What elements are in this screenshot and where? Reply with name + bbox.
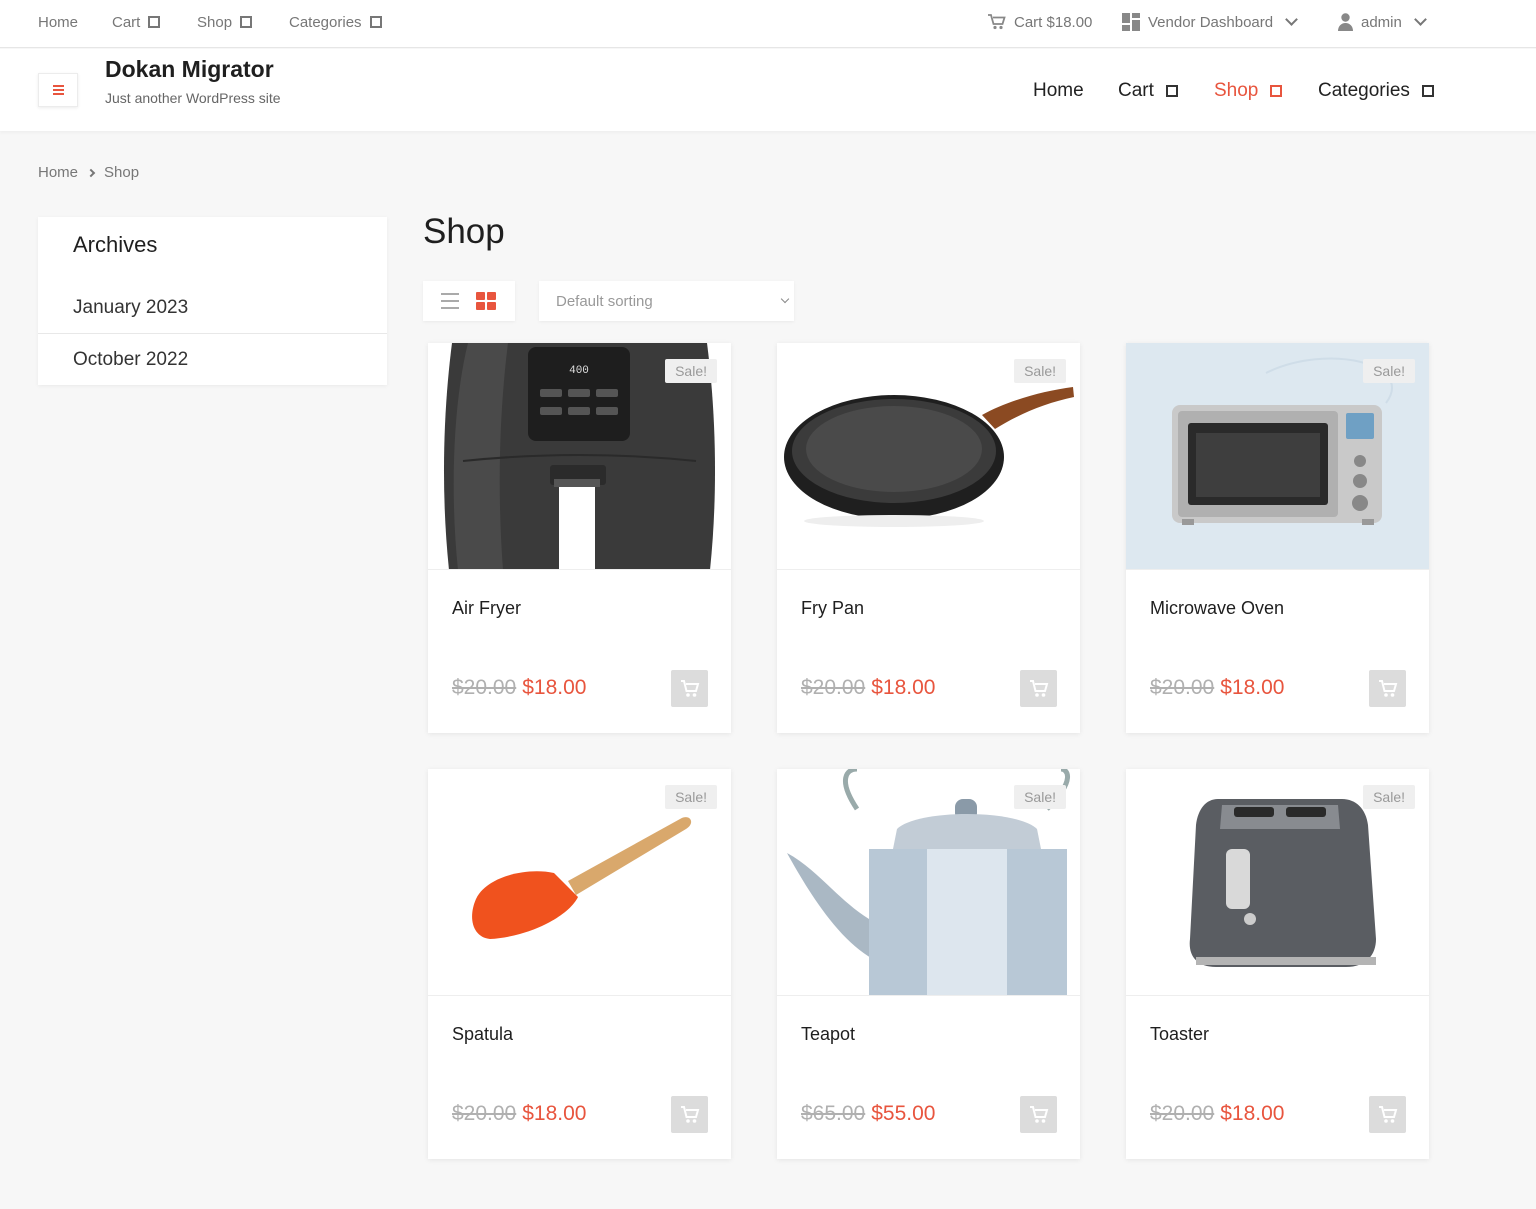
square-icon <box>240 16 253 28</box>
archive-item[interactable]: January 2023 <box>38 282 387 334</box>
sale-price: $55.00 <box>871 1102 936 1125</box>
sale-price: $18.00 <box>1220 1102 1285 1125</box>
sale-badge: Sale! <box>665 785 717 809</box>
cart-icon <box>988 14 1006 30</box>
sale-badge: Sale! <box>1363 359 1415 383</box>
product-name[interactable]: Fry Pan <box>801 598 864 619</box>
add-to-cart-button[interactable] <box>671 1096 708 1133</box>
price: $20.00 $18.00 <box>1150 1102 1284 1126</box>
add-to-cart-button[interactable] <box>1369 670 1406 707</box>
sale-badge: Sale! <box>1014 785 1066 809</box>
user-icon <box>1338 13 1353 31</box>
product-card[interactable]: Sale! Teapot $65.00 $55.00 <box>777 769 1080 1159</box>
cart-icon <box>680 1105 699 1123</box>
product-image[interactable]: Sale! <box>428 769 731 996</box>
product-name[interactable]: Toaster <box>1150 1024 1209 1045</box>
page-title: Shop <box>423 212 505 251</box>
price: $20.00 $18.00 <box>1150 676 1284 700</box>
sale-badge: Sale! <box>1014 359 1066 383</box>
cart-icon <box>1029 1105 1048 1123</box>
add-to-cart-button[interactable] <box>671 670 708 707</box>
sale-price: $18.00 <box>522 676 587 699</box>
square-icon <box>148 16 161 28</box>
site-title[interactable]: Dokan Migrator <box>105 56 274 83</box>
nav-cart[interactable]: Cart <box>1118 80 1178 102</box>
chevron-down-icon <box>780 294 790 304</box>
product-image[interactable]: Sale! <box>1126 343 1429 570</box>
square-icon <box>1165 85 1178 97</box>
chevron-down-icon <box>1413 13 1427 26</box>
sale-price: $18.00 <box>1220 676 1285 699</box>
topbar-link-home[interactable]: Home <box>38 12 78 32</box>
product-card[interactable]: Sale! Toaster $20.00 $18.00 <box>1126 769 1429 1159</box>
product-name[interactable]: Microwave Oven <box>1150 598 1284 619</box>
nav-home[interactable]: Home <box>1033 80 1084 102</box>
topbar-link-cart[interactable]: Cart <box>112 12 161 32</box>
square-icon <box>1270 85 1283 97</box>
view-toggle <box>423 281 515 321</box>
menu-toggle-button[interactable] <box>38 73 78 107</box>
dashboard-icon <box>1122 13 1140 31</box>
old-price: $20.00 <box>801 676 866 699</box>
product-name[interactable]: Air Fryer <box>452 598 521 619</box>
breadcrumb-home[interactable]: Home <box>38 164 78 181</box>
topbar-cart-total[interactable]: Cart $18.00 <box>988 12 1092 32</box>
chevron-right-icon <box>86 168 96 177</box>
sale-price: $18.00 <box>871 676 936 699</box>
product-image[interactable]: Sale! <box>777 343 1080 570</box>
product-card[interactable]: Sale! Fry Pan $20.00 $18.00 <box>777 343 1080 733</box>
price: $65.00 $55.00 <box>801 1102 935 1126</box>
archive-item[interactable]: October 2022 <box>38 334 387 386</box>
old-price: $65.00 <box>801 1102 866 1125</box>
product-image[interactable]: Sale! <box>777 769 1080 996</box>
site-description: Just another WordPress site <box>105 90 281 106</box>
grid-view-icon[interactable] <box>476 292 496 310</box>
product-card[interactable]: 400 Sale! Air Fryer $20.00 $18.00 <box>428 343 731 733</box>
add-to-cart-button[interactable] <box>1020 670 1057 707</box>
cart-icon <box>1029 679 1048 697</box>
sale-badge: Sale! <box>665 359 717 383</box>
old-price: $20.00 <box>1150 676 1215 699</box>
old-price: $20.00 <box>452 676 517 699</box>
widget-title: Archives <box>73 232 158 257</box>
cart-icon <box>680 679 699 697</box>
price: $20.00 $18.00 <box>452 676 586 700</box>
add-to-cart-button[interactable] <box>1369 1096 1406 1133</box>
breadcrumb-current: Shop <box>104 164 140 181</box>
topbar-link-shop[interactable]: Shop <box>197 12 253 32</box>
archives-widget: Archives January 2023 October 2022 <box>38 217 387 385</box>
nav-shop[interactable]: Shop <box>1214 80 1283 102</box>
list-view-icon[interactable] <box>441 293 459 309</box>
top-bar: Home Cart Shop Categories Cart $18.00 Ve… <box>0 0 1536 48</box>
site-header: Dokan Migrator Just another WordPress si… <box>0 49 1536 131</box>
cart-icon <box>1378 679 1397 697</box>
product-image[interactable]: Sale! <box>1126 769 1429 996</box>
square-icon <box>1421 85 1434 97</box>
old-price: $20.00 <box>452 1102 517 1125</box>
svg-text:400: 400 <box>569 365 589 377</box>
old-price: $20.00 <box>1150 1102 1215 1125</box>
sale-badge: Sale! <box>1363 785 1415 809</box>
breadcrumb: Home Shop <box>38 164 139 181</box>
chevron-down-icon <box>1285 13 1298 26</box>
add-to-cart-button[interactable] <box>1020 1096 1057 1133</box>
product-card[interactable]: Sale! Microwave Oven $20.00 $18.00 <box>1126 343 1429 733</box>
product-name[interactable]: Teapot <box>801 1024 855 1045</box>
topbar-user-menu[interactable]: admin <box>1338 12 1427 32</box>
price: $20.00 $18.00 <box>801 676 935 700</box>
square-icon <box>369 16 382 28</box>
nav-categories[interactable]: Categories <box>1318 80 1434 102</box>
product-name[interactable]: Spatula <box>452 1024 513 1045</box>
topbar-vendor-dashboard[interactable]: Vendor Dashboard <box>1122 12 1298 32</box>
product-image[interactable]: 400 Sale! <box>428 343 731 570</box>
product-card[interactable]: Sale! Spatula $20.00 $18.00 <box>428 769 731 1159</box>
cart-icon <box>1378 1105 1397 1123</box>
topbar-link-categories[interactable]: Categories <box>289 12 382 32</box>
price: $20.00 $18.00 <box>452 1102 586 1126</box>
sale-price: $18.00 <box>522 1102 587 1125</box>
sort-select[interactable]: Default sorting <box>539 281 794 321</box>
